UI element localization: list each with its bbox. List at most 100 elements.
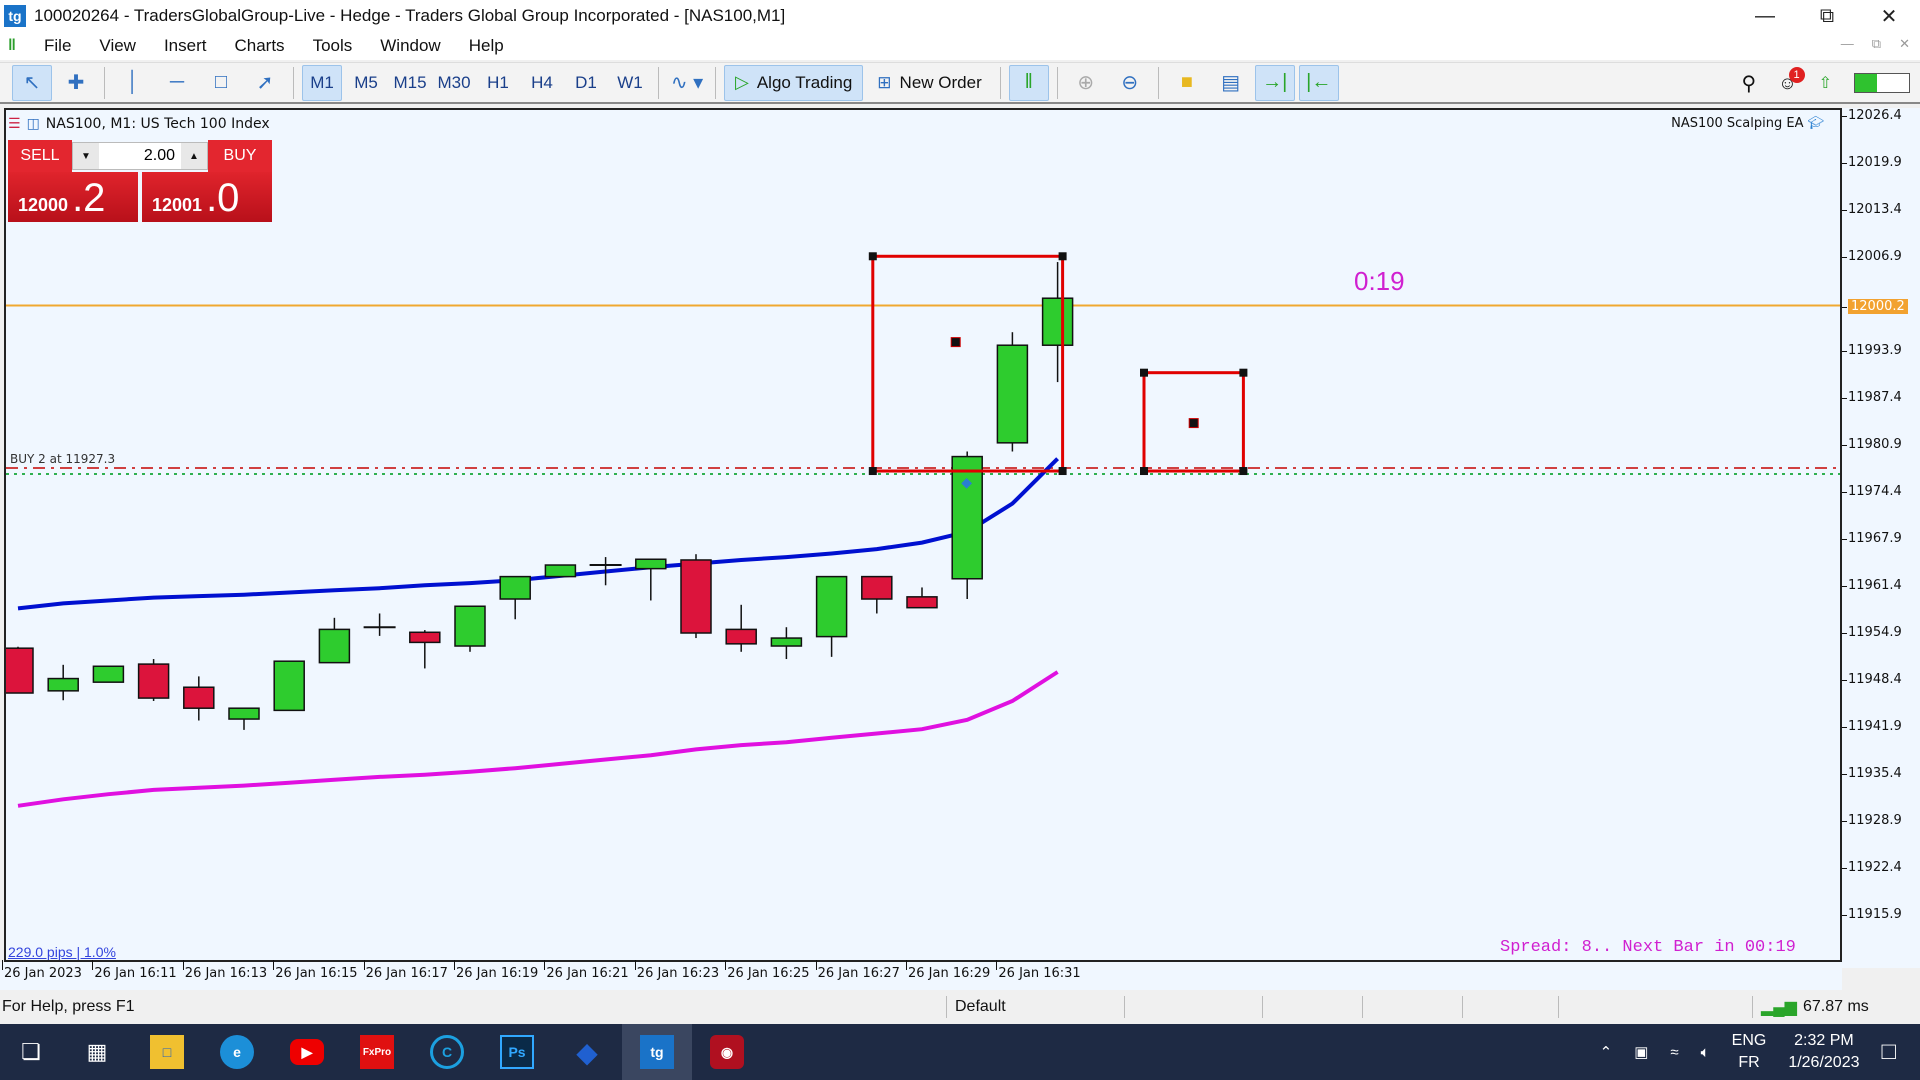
screen-recorder-icon[interactable]: ◉ [692,1024,762,1080]
buy-price[interactable]: 12001.0 [142,172,272,222]
new-order-button[interactable]: ⊞ New Order [867,65,991,101]
candlestick-chart-icon[interactable]: ‖ [1008,64,1049,101]
candle-bearish [861,575,893,600]
tf-m5[interactable]: M5 [346,65,386,101]
candle-bearish [725,628,757,645]
chart-properties-icon[interactable]: ◫ [27,116,40,132]
one-click-trading-panel: 12000.2 12001.0 SELL ▼ ▲ BUY [8,140,272,222]
indicators-dropdown-icon[interactable]: ∿ ▾ [667,65,707,101]
y-tick-label: 11928.9 [1842,813,1902,828]
templates-folder-icon[interactable]: ■ [1167,65,1207,101]
price-chart[interactable]: ◆ [2,110,1840,960]
toolbar: ↖ ✚ │ ─ □ ➚ M1 M5 M15 M30 H1 H4 D1 W1 ∿ … [0,62,1920,104]
menu-insert[interactable]: Insert [150,36,221,56]
candle-bullish [92,665,125,683]
x-tick-label: 26 Jan 16:11 [92,960,177,981]
ping-status[interactable]: ▂▄▆ 67.87 ms [1752,996,1920,1018]
autoscroll-icon[interactable]: →| [1254,64,1295,101]
notification-center-icon[interactable]: □ [1882,1038,1897,1066]
chart-shift-icon[interactable]: |← [1298,64,1339,101]
trendline-tool-icon[interactable]: ➚ [245,65,285,101]
tf-m1[interactable]: M1 [302,64,342,101]
file-explorer-icon[interactable]: □ [132,1024,202,1080]
cursor-tool-icon[interactable]: ↖ [12,64,52,101]
y-tick-label: 11993.9 [1842,343,1902,358]
grid-icon[interactable]: ▤ [1211,65,1251,101]
crosshair-tool-icon[interactable]: ✚ [56,65,96,101]
menu-window[interactable]: Window [366,36,454,56]
edge-icon[interactable]: e [202,1024,272,1080]
wifi-icon[interactable]: ≈ [1670,1044,1678,1061]
menu-charts[interactable]: Charts [220,36,298,56]
lot-decrease-button[interactable]: ▼ [73,143,99,169]
mdi-restore-button[interactable]: ⧉ [1872,36,1881,52]
chart-area[interactable]: ◆ [2,108,1842,962]
restore-button[interactable]: ⧉ [1796,0,1858,32]
status-bar: For Help, press F1 Default ▂▄▆ 67.87 ms [0,994,1920,1020]
traders-global-icon[interactable]: tg [622,1024,692,1080]
zoom-out-icon[interactable]: ⊖ [1110,65,1150,101]
time-axis[interactable]: 26 Jan 2023 26 Jan 16:11 26 Jan 16:13 26 Ja… [0,960,1842,990]
horizontal-line-icon[interactable]: ─ [157,65,197,101]
close-button[interactable]: ✕ [1858,0,1920,32]
mdi-minimize-button[interactable]: — [1841,36,1854,52]
price-axis[interactable]: 12026.4 12019.9 12013.4 12006.9 12000.2 11993… [1842,108,1920,968]
tf-m30[interactable]: M30 [434,65,474,101]
tray-overflow-icon[interactable]: ⌃ [1600,1043,1613,1061]
menu-help[interactable]: Help [455,36,518,56]
ccleaner-icon[interactable]: C [412,1024,482,1080]
mdi-close-button[interactable]: ✕ [1899,36,1910,52]
buy-button[interactable]: BUY [208,140,272,172]
task-view-icon[interactable]: ▦ [62,1024,132,1080]
notifications-icon[interactable]: ☺ 1 [1778,66,1805,94]
algo-trading-button[interactable]: ▷ Algo Trading [724,64,864,101]
minimize-button[interactable]: — [1734,0,1796,32]
language-indicator[interactable]: ENG FR [1732,1030,1767,1074]
y-tick-label: 11987.4 [1842,390,1902,405]
box-handle [1239,368,1248,377]
level-icon[interactable]: ⇧ [1819,73,1832,93]
tf-m15[interactable]: M15 [390,65,430,101]
tf-h4[interactable]: H4 [522,65,562,101]
range-box-1 [871,254,1065,473]
menu-view[interactable]: View [85,36,150,56]
zoom-in-icon[interactable]: ⊕ [1066,65,1106,101]
meet-icon[interactable]: ▣ [1634,1043,1648,1061]
sell-button[interactable]: SELL [8,140,72,172]
candle-bearish [680,559,712,634]
youtube-icon[interactable]: ▶ [272,1024,342,1080]
photoshop-icon[interactable]: Ps [482,1024,552,1080]
candle-bearish [183,686,215,709]
tf-w1[interactable]: W1 [610,65,650,101]
sell-price[interactable]: 12000.2 [8,172,138,222]
menu-file[interactable]: File [30,36,85,56]
vertical-line-icon[interactable]: │ [113,65,153,101]
tf-d1[interactable]: D1 [566,65,606,101]
lot-size-input[interactable] [99,147,181,165]
profile-name: Default [946,996,1124,1018]
volume-icon[interactable]: 🔈︎ [1701,1044,1710,1061]
play-icon: ▷ [735,72,749,92]
search-icon[interactable]: ⚲ [1742,71,1757,96]
candle-bearish [409,631,441,644]
market-watch-icon[interactable]: ☰ [8,116,21,132]
chart-menu-icon[interactable]: ‖ [8,37,30,55]
box-handle [1140,368,1148,377]
box-handle [1058,467,1067,476]
start-button[interactable]: ❏ [0,1024,62,1080]
lot-increase-button[interactable]: ▲ [181,143,207,169]
box-center-handle [1188,418,1199,429]
fxpro-icon[interactable]: FxPro [342,1024,412,1080]
clock[interactable]: 2:32 PM 1/26/2023 [1788,1030,1859,1074]
menu-tools[interactable]: Tools [299,36,367,56]
pip-icon[interactable]: ◆ [552,1024,622,1080]
symbol-header: ☰ ◫ NAS100, M1: US Tech 100 Index [8,116,270,132]
x-tick-label: 26 Jan 16:25 [725,960,810,981]
tf-h1[interactable]: H1 [478,65,518,101]
candle-bullish [318,628,351,664]
y-tick-label: 11980.9 [1842,437,1902,452]
expert-advisor-label[interactable]: NAS100 Scalping EA 🎓︎ [1671,116,1824,131]
spread-info: Spread: 8.. Next Bar in 00:19 [1500,938,1796,957]
rectangle-tool-icon[interactable]: □ [201,65,241,101]
y-tick-label: 12006.9 [1842,249,1902,264]
